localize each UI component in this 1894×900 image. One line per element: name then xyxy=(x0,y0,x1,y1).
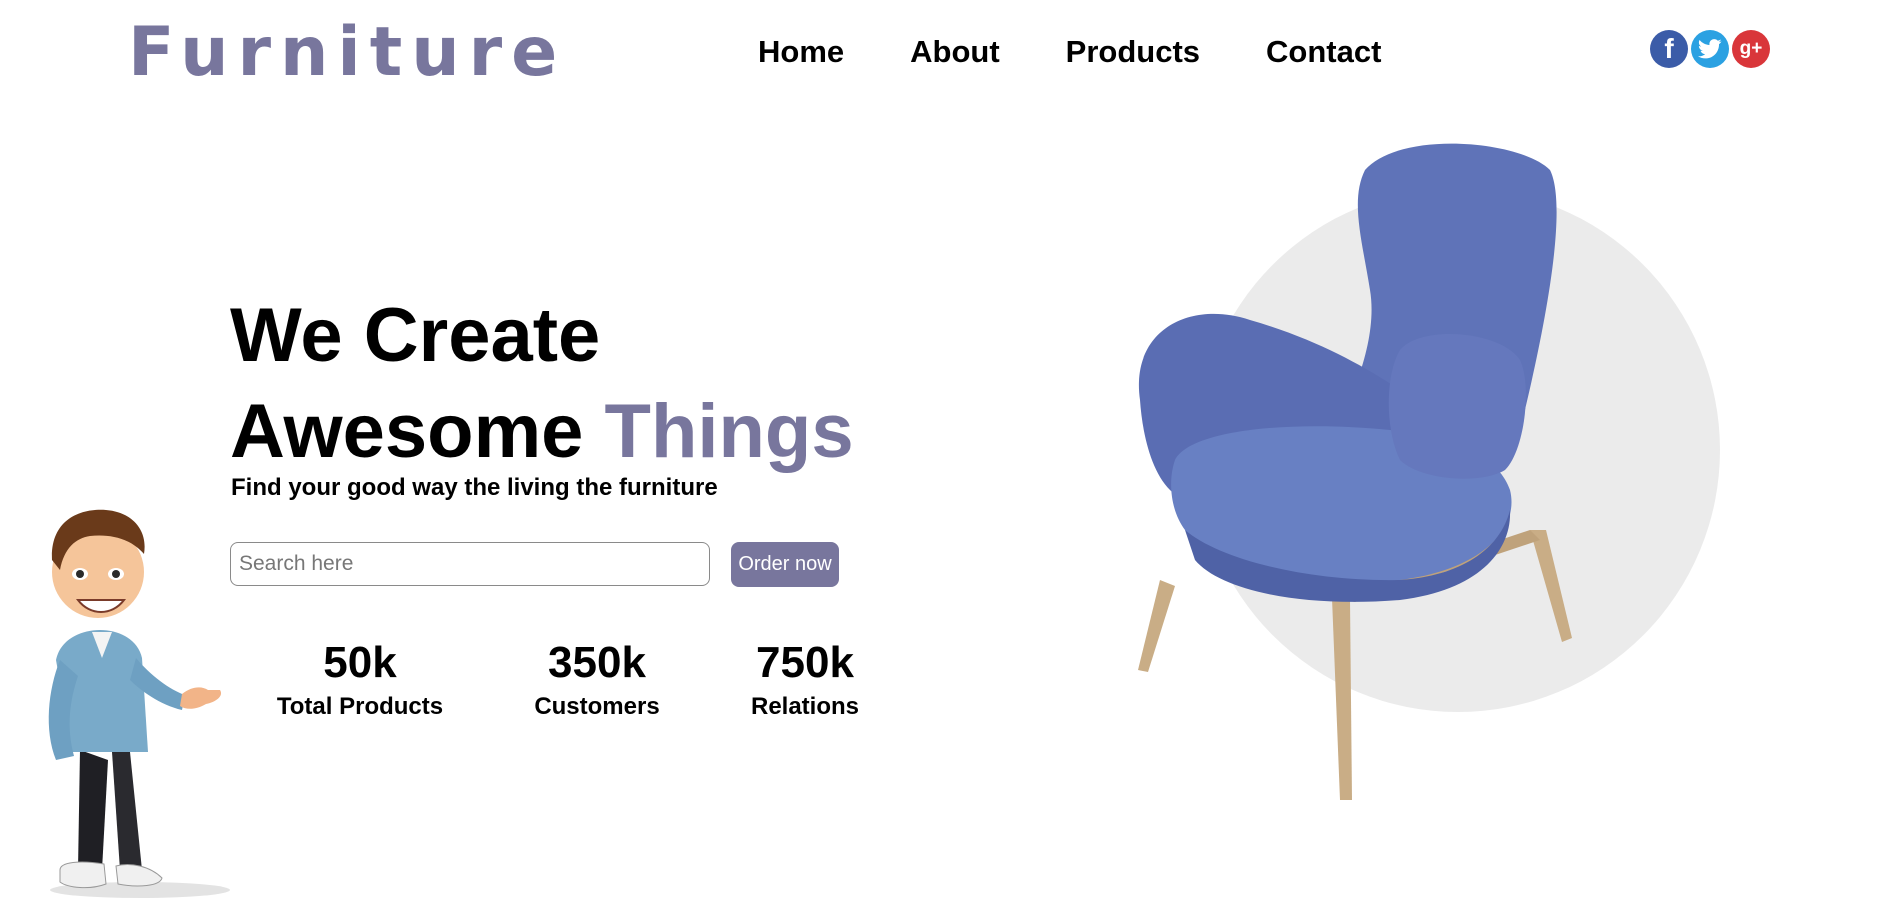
search-input[interactable] xyxy=(230,542,710,586)
chair-leg-front-right xyxy=(1332,598,1352,800)
stat-label: Total Products xyxy=(276,693,444,720)
social-links: f g+ xyxy=(1650,30,1770,68)
main-nav: Home About Products Contact xyxy=(758,34,1381,70)
chair-leg-front-left xyxy=(1138,580,1175,672)
page: Furniture Home About Products Contact f … xyxy=(0,0,1894,900)
facebook-glyph: f xyxy=(1664,33,1674,64)
man-leg-right xyxy=(112,752,142,870)
stat-value: 50k xyxy=(323,638,397,687)
hero-tagline: Find your good way the living the furnit… xyxy=(231,474,718,501)
nav-link-products[interactable]: Products xyxy=(1066,34,1200,70)
hero-title-line1: We Create xyxy=(230,293,601,378)
twitter-bird-glyph xyxy=(1698,39,1722,59)
google-plus-icon[interactable]: g+ xyxy=(1732,30,1770,68)
man-hand xyxy=(180,687,222,709)
cartoon-man-illustration xyxy=(48,509,230,898)
nav-link-about[interactable]: About xyxy=(910,34,1000,70)
hero-image xyxy=(1100,130,1740,830)
hero-title-line2: Awesome Things xyxy=(230,384,854,480)
blue-armchair-image xyxy=(1138,143,1720,800)
stat-value: 350k xyxy=(548,638,646,687)
nav-link-contact[interactable]: Contact xyxy=(1266,34,1381,70)
stat-value: 750k xyxy=(756,638,854,687)
man-shoe-right xyxy=(115,864,163,887)
stat-label: Customers xyxy=(534,693,660,720)
stat-total-products: 50k Total Products xyxy=(270,638,450,722)
brand-logo[interactable]: Furniture xyxy=(128,12,566,94)
hero-title-accent: Things xyxy=(604,389,854,474)
nav-link-home[interactable]: Home xyxy=(758,34,844,70)
stat-label: Relations xyxy=(750,693,860,720)
facebook-icon[interactable]: f xyxy=(1650,30,1688,68)
man-leg-left xyxy=(78,750,108,870)
cartoon-man-image xyxy=(20,490,240,900)
man-shoe-left xyxy=(59,861,107,889)
google-plus-glyph: g+ xyxy=(1739,38,1763,59)
stat-customers: 350k Customers xyxy=(517,638,677,722)
man-pupil-left xyxy=(76,570,84,578)
hero-title-plain: Awesome xyxy=(230,389,605,474)
chair-cushion xyxy=(1388,333,1526,479)
twitter-icon[interactable] xyxy=(1691,30,1729,68)
stat-relations: 750k Relations xyxy=(735,638,875,722)
hero-title: We Create Awesome Things xyxy=(230,288,854,480)
man-pupil-right xyxy=(112,570,120,578)
order-now-button[interactable]: Order now xyxy=(731,542,839,587)
